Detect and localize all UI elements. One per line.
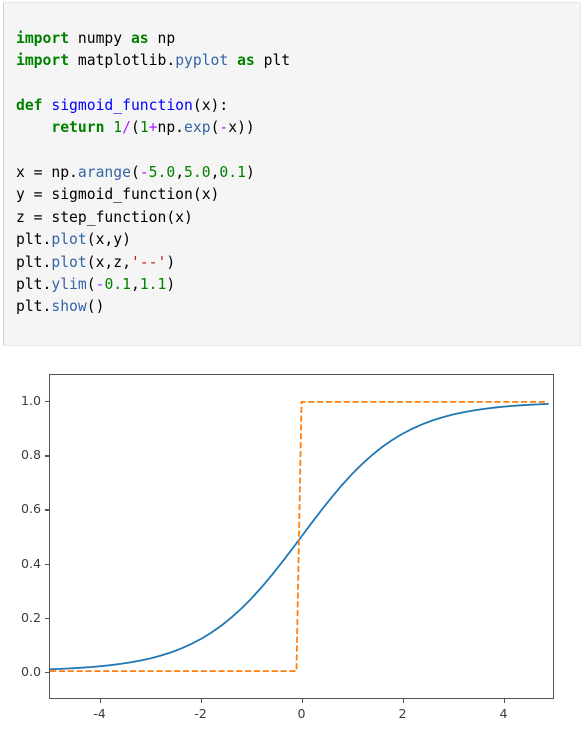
code-line: return 1/(1+np.exp(-x)) (16, 117, 290, 139)
code-token: 0.1 (104, 275, 131, 293)
code-source[interactable]: import numpy as np import matplotlib.pypl… (16, 28, 290, 319)
y-tickmark (45, 617, 49, 620)
x-tickmark (99, 699, 101, 703)
code-token: plt. (16, 231, 52, 249)
code-line: plt.ylim(-0.1,1.1) (16, 274, 290, 296)
code-token: y = sigmoid_function(x) (16, 186, 220, 204)
code-token: (x,y) (86, 231, 131, 249)
code-token: np (148, 29, 176, 47)
code-token: , (130, 275, 140, 293)
code-token: - (219, 119, 229, 137)
code-token: matplotlib. (69, 52, 176, 70)
y-tick-label: 0.2 (20, 609, 41, 625)
code-token: numpy (69, 29, 131, 47)
x-tick-label: -4 (93, 706, 106, 721)
code-token: ylim (51, 275, 87, 293)
y-tick-label: 0.8 (20, 447, 41, 463)
x-tickmark (402, 699, 404, 703)
code-line: def sigmoid_function(x): (16, 95, 290, 117)
matplotlib-figure: 0.0 0.2 0.4 0.6 0.8 1.0 -4 -2 0 2 4 (0, 352, 584, 739)
code-line: import matplotlib.pyplot as plt (16, 50, 290, 72)
code-cell[interactable]: import numpy as np import matplotlib.pypl… (3, 2, 581, 346)
code-token: plot (51, 253, 87, 271)
code-token: 1.1 (139, 275, 167, 293)
y-tickmark (45, 671, 49, 674)
code-line: plt.show() (16, 296, 290, 318)
code-token: np. (157, 119, 185, 137)
code-token: + (148, 119, 158, 137)
code-token: x)) (228, 119, 255, 137)
x-tick-label: 2 (398, 706, 407, 721)
code-token: 1 (139, 119, 149, 137)
code-token: 5.0 (184, 164, 211, 182)
code-token: ( (86, 275, 96, 293)
y-tickmark (45, 563, 49, 565)
code-token: / (122, 119, 131, 137)
code-token: sigmoid_function (51, 96, 193, 114)
code-token: '--' (130, 253, 167, 271)
code-token: - (139, 164, 149, 182)
code-token: as (237, 52, 255, 70)
code-token: pyplot (175, 52, 229, 70)
x-tick-label: 0 (297, 706, 306, 721)
x-tick-label: 4 (499, 706, 508, 721)
code-token: ) (245, 164, 255, 182)
code-line: plt.plot(x,y) (16, 229, 290, 251)
y-tick-label: 0.4 (20, 555, 41, 571)
y-tick-label: 1.0 (20, 393, 41, 409)
code-token: z = step_function(x) (16, 208, 193, 226)
code-token: import (16, 52, 70, 70)
y-tickmark (45, 455, 49, 457)
code-line: import numpy as np (16, 28, 290, 50)
code-token: ( (130, 119, 140, 137)
y-tick-label: 0.6 (20, 501, 41, 517)
code-token: (x,z, (86, 253, 131, 271)
code-token: 1 (113, 119, 123, 137)
code-token: plt. (16, 275, 52, 293)
code-token: plt. (16, 298, 52, 316)
code-token: plt. (16, 253, 52, 271)
code-token: exp (184, 119, 211, 137)
x-tickmark (503, 699, 505, 703)
step-curve (50, 401, 548, 672)
code-token: (x): (192, 96, 229, 114)
plot-curves (50, 401, 549, 672)
x-tickmark (200, 699, 202, 703)
code-token: as (130, 29, 149, 47)
code-token: show (51, 298, 87, 316)
code-line: x = np.arange(-5.0,5.0,0.1) (16, 162, 290, 184)
code-token: return (51, 119, 105, 137)
code-token: 5.0 (148, 164, 176, 182)
code-line: z = step_function(x) (16, 207, 290, 229)
y-tickmark (45, 401, 49, 403)
code-token: x = np. (16, 164, 78, 182)
code-token: () (86, 298, 105, 316)
code-token: ) (166, 275, 176, 293)
code-token: 0.1 (219, 164, 246, 182)
code-token: plot (51, 231, 87, 249)
code-token: ( (130, 164, 140, 182)
code-token: plt (254, 52, 291, 70)
code-token: , (175, 164, 185, 182)
code-token: import (16, 29, 70, 47)
y-tickmark (45, 509, 49, 511)
code-token: arange (77, 164, 131, 182)
code-line: y = sigmoid_function(x) (16, 184, 290, 206)
x-tickmark (301, 699, 303, 703)
code-token: def (16, 96, 43, 114)
x-tick-label: -2 (194, 706, 207, 721)
y-tick-label: 0.0 (20, 663, 41, 679)
code-token: ) (166, 253, 176, 271)
plot-axes (49, 374, 554, 699)
code-line: plt.plot(x,z,'--') (16, 252, 290, 274)
